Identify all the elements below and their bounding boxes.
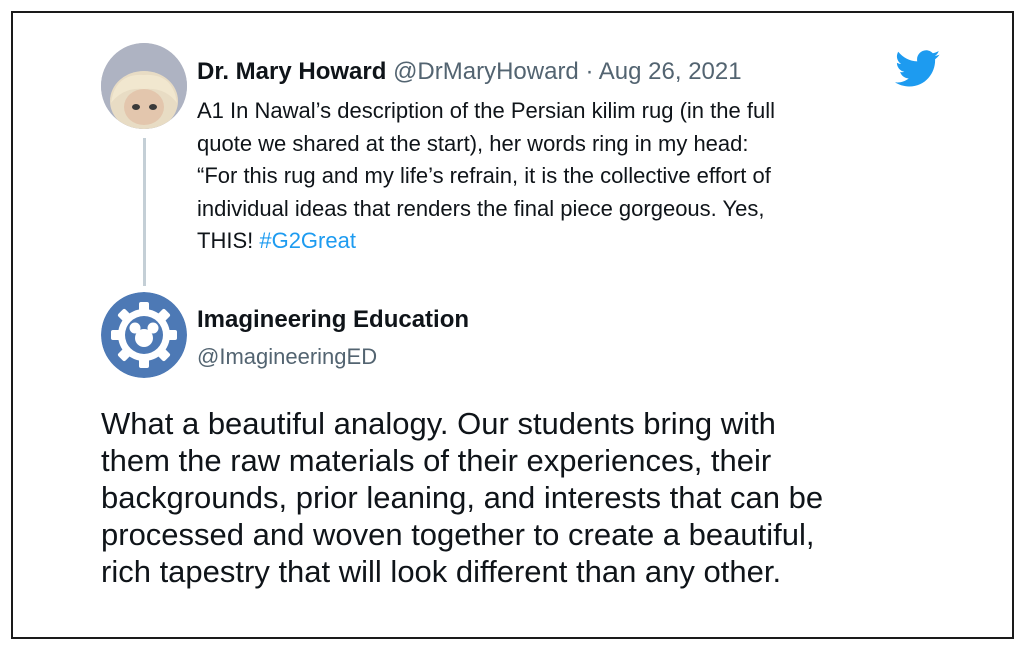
- author-photo-icon: [101, 43, 187, 129]
- tweet-line-text: THIS!: [197, 228, 260, 253]
- tweet-line: A1 In Nawal’s description of the Persian…: [197, 98, 775, 123]
- tweet-line: “For this rug and my life’s refrain, it …: [197, 163, 771, 188]
- reply-line: them the raw materials of their experien…: [101, 443, 772, 478]
- gear-mouse-icon: [101, 292, 187, 378]
- author-avatar[interactable]: [101, 43, 187, 129]
- tweet-line: quote we shared at the start), her words…: [197, 130, 749, 156]
- reply-author-name[interactable]: Imagineering Education: [197, 305, 469, 335]
- tweet-header: Dr. Mary Howard @DrMaryHoward · Aug 26, …: [197, 56, 742, 88]
- reply-avatar[interactable]: [101, 292, 187, 378]
- reply-line: rich tapestry that will look different t…: [101, 554, 782, 589]
- reply-line: backgrounds, prior leaning, and interest…: [101, 480, 824, 515]
- tweet-text: A1 In Nawal’s description of the Persian…: [197, 95, 957, 258]
- meta-separator: ·: [578, 58, 599, 85]
- author-handle[interactable]: @DrMaryHoward: [393, 58, 579, 85]
- tweet-line: THIS! #G2Great: [197, 225, 957, 258]
- reply-line: processed and woven together to create a…: [101, 517, 815, 552]
- author-name[interactable]: Dr. Mary Howard: [197, 58, 386, 85]
- tweet-date[interactable]: Aug 26, 2021: [599, 58, 742, 85]
- twitter-bird-icon[interactable]: [895, 50, 941, 88]
- tweet-line: individual ideas that renders the final …: [197, 195, 765, 221]
- reply-text: What a beautiful analogy. Our students b…: [101, 405, 981, 590]
- reply-author-handle[interactable]: @ImagineeringED: [197, 342, 377, 372]
- hashtag-link[interactable]: #G2Great: [259, 228, 356, 253]
- reply-line: What a beautiful analogy. Our students b…: [101, 406, 776, 441]
- thread-connector: [143, 138, 146, 286]
